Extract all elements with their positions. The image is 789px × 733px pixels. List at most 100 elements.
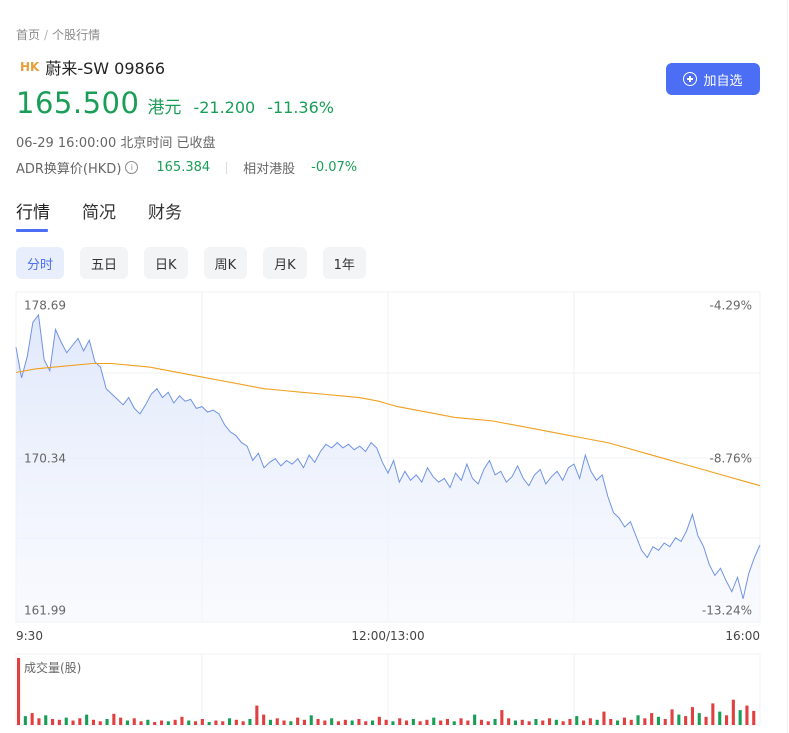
period-5day[interactable]: 五日 (80, 247, 129, 279)
y-left-tick: 170.34 (24, 452, 66, 466)
volume-bar (411, 719, 415, 725)
volume-bar (731, 699, 735, 725)
volume-bar (91, 719, 95, 725)
stock-title: HK 蔚来-SW 09866 (16, 55, 165, 79)
volume-bar (520, 719, 524, 725)
tab-overview[interactable]: 简况 (82, 198, 116, 231)
period-weekly-k[interactable]: 周K (203, 247, 248, 279)
x-tick: 9:30 (16, 629, 43, 643)
volume-bar (64, 717, 68, 725)
volume-bar (234, 719, 238, 725)
currency: 港元 (147, 98, 182, 118)
volume-bar (561, 721, 565, 725)
volume-bar (371, 720, 375, 725)
volume-bar (112, 713, 116, 725)
x-tick: 12:00/13:00 (351, 629, 424, 643)
breadcrumb-current: 个股行情 (52, 28, 101, 42)
main-tabs: 行情 简况 财务 (16, 198, 182, 232)
tab-financials[interactable]: 财务 (148, 198, 182, 231)
volume-bar (187, 720, 191, 725)
volume-bar (595, 719, 599, 725)
divider (226, 161, 228, 174)
volume-bar (704, 716, 708, 725)
volume-bar (466, 720, 470, 725)
volume-bar (391, 721, 395, 725)
volume-bar (282, 720, 286, 725)
volume-bar (575, 716, 579, 725)
period-daily-k[interactable]: 日K (144, 247, 188, 279)
tab-quote[interactable]: 行情 (16, 198, 50, 232)
market-status: 06-29 16:00:00 北京时间 已收盘 (16, 136, 216, 151)
volume-bar (268, 719, 272, 725)
plus-circle-icon (683, 72, 698, 86)
volume-bar (180, 716, 184, 725)
volume-bar (582, 720, 586, 725)
volume-bar (71, 720, 75, 725)
volume-bar (670, 709, 674, 725)
volume-bar (650, 713, 654, 725)
period-1year[interactable]: 1年 (322, 247, 366, 279)
volume-bar (248, 719, 252, 725)
relative-value: -0.07% (311, 160, 358, 175)
intraday-chart[interactable]: 178.69 170.34 161.99 -4.29% -8.76% -13.24% 9:3… (0, 288, 789, 733)
x-tick: 16:00 (725, 629, 760, 643)
volume-bar (30, 713, 34, 725)
volume-bar (445, 719, 449, 725)
volume-bar (527, 721, 531, 725)
volume-bar (105, 719, 109, 725)
adr-value: 165.384 (156, 160, 211, 175)
volume-bar (534, 719, 538, 725)
volume-bar (745, 705, 749, 725)
volume-bar (636, 715, 640, 725)
volume-bar (554, 719, 558, 725)
market-badge: HK (20, 60, 40, 74)
relative-label: 相对港股 (243, 162, 296, 177)
volume-bar (588, 718, 592, 725)
volume-bar (323, 720, 327, 725)
volume-bar (541, 720, 545, 725)
volume-bar (439, 720, 443, 725)
volume-bar (473, 714, 477, 725)
volume-bar (500, 710, 504, 725)
volume-bar (507, 718, 511, 725)
volume-bar (697, 713, 701, 725)
breadcrumb-separator: / (44, 28, 49, 42)
volume-bar (302, 719, 306, 725)
volume-bar (677, 714, 681, 725)
stock-card: 首页 / 个股行情 HK 蔚来-SW 09866 加自选 165.500 港元 -2… (0, 0, 788, 733)
volume-bar (132, 718, 136, 725)
volume-bar (568, 719, 572, 725)
volume-bar (57, 719, 61, 725)
volume-bar (221, 721, 225, 725)
y-left-tick: 161.99 (24, 604, 66, 618)
y-right-tick: -4.29% (710, 299, 752, 313)
price-change-pct: -11.36% (267, 98, 334, 117)
volume-bar (602, 711, 606, 725)
breadcrumb: 首页 / 个股行情 (16, 26, 100, 43)
breadcrumb-home[interactable]: 首页 (16, 28, 40, 42)
period-intraday[interactable]: 分时 (16, 247, 65, 279)
volume-bar (330, 718, 334, 725)
volume-bar (479, 719, 483, 725)
volume-bar (241, 721, 245, 725)
price-change: -21.200 (193, 98, 256, 117)
volume-bar (548, 718, 552, 725)
volume-bar (37, 718, 41, 725)
volume-bar (146, 719, 150, 725)
period-monthly-k[interactable]: 月K (263, 247, 307, 279)
add-watchlist-label: 加自选 (703, 73, 743, 89)
stock-name: 蔚来-SW 09866 (45, 59, 166, 78)
volume-bar (343, 719, 347, 725)
volume-bar (398, 718, 402, 725)
y-right-tick: -13.24% (702, 604, 752, 618)
volume-bar (309, 715, 313, 725)
info-icon[interactable]: i (125, 161, 139, 174)
volume-bar (296, 717, 300, 725)
volume-bar (459, 718, 463, 725)
volume-bar (609, 719, 613, 725)
volume-bar (119, 717, 123, 725)
volume-bar (663, 719, 667, 725)
volume-bar (493, 719, 497, 725)
y-right-tick: -8.76% (710, 452, 752, 466)
add-watchlist-button[interactable]: 加自选 (666, 63, 760, 95)
